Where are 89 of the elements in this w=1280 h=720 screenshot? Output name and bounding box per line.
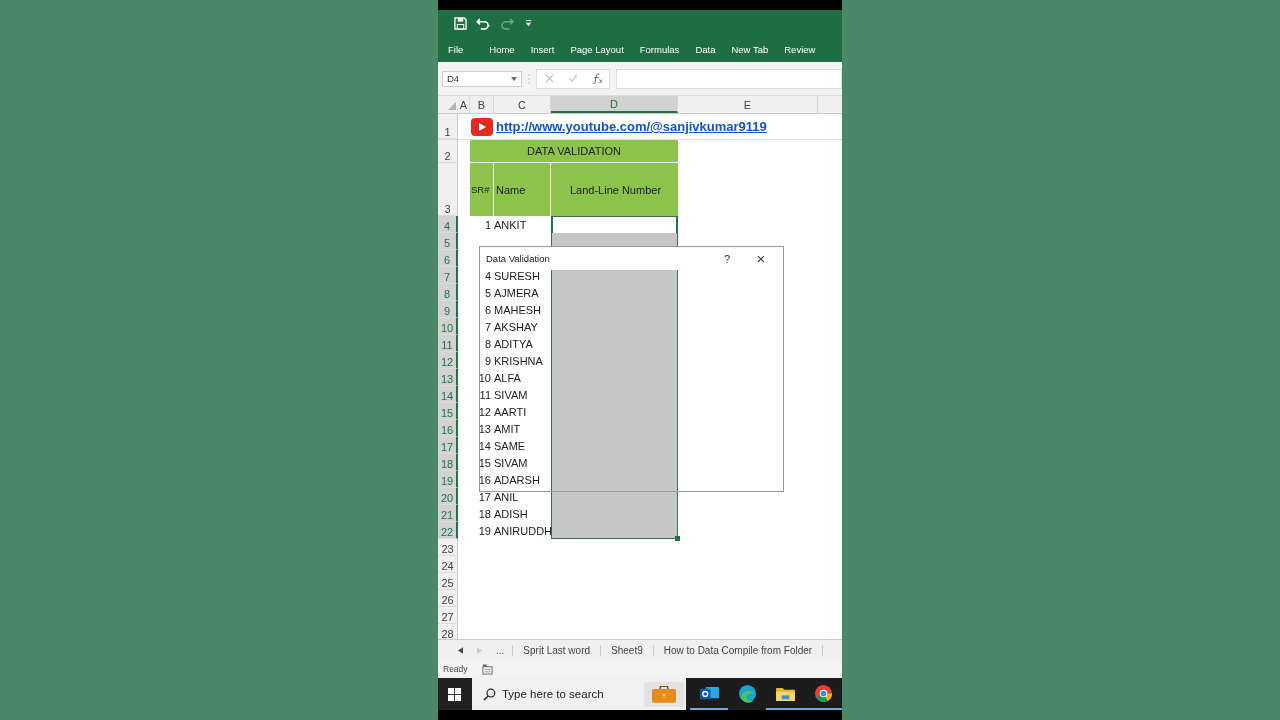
table-cell: 17 bbox=[478, 490, 491, 503]
row-header[interactable]: 15 bbox=[438, 403, 458, 420]
table-cell: AARTI bbox=[494, 405, 527, 418]
row-header[interactable]: 25 bbox=[438, 573, 458, 590]
ribbon-tab[interactable]: Review bbox=[784, 41, 816, 57]
row-header[interactable]: 18 bbox=[438, 454, 458, 471]
ribbon-tab[interactable]: Data bbox=[695, 41, 716, 57]
table-cell: SIVAM bbox=[494, 388, 528, 401]
table-cell: ALFA bbox=[494, 371, 521, 384]
ribbon-tab[interactable]: Insert bbox=[530, 41, 555, 57]
table-cell: 11 bbox=[479, 388, 491, 401]
table-cell: ANIL bbox=[494, 490, 519, 503]
table-title: DATA VALIDATION bbox=[470, 140, 678, 163]
table-cell: SURESH bbox=[494, 269, 540, 282]
ribbon-tab[interactable]: File bbox=[448, 41, 464, 57]
sheet-tab[interactable]: How to Data Compile from Folder bbox=[653, 644, 824, 656]
row-header[interactable]: 8 bbox=[438, 284, 458, 301]
column-header[interactable]: B bbox=[470, 96, 494, 113]
row-header[interactable]: 9 bbox=[438, 301, 458, 318]
column-header[interactable]: E bbox=[678, 96, 818, 113]
table-cell: ANKIT bbox=[494, 218, 527, 231]
row-header[interactable]: 27 bbox=[438, 607, 458, 624]
sheet-tab[interactable]: Sprit Last word bbox=[513, 644, 602, 656]
sheet-tab[interactable]: Sheet9 bbox=[601, 644, 654, 656]
ribbon-tab[interactable]: Home bbox=[489, 41, 515, 57]
name-box[interactable]: D4 bbox=[442, 70, 522, 87]
table-cell: 4 bbox=[484, 269, 491, 282]
row-header[interactable]: 7 bbox=[438, 267, 458, 284]
row-header[interactable]: 23 bbox=[438, 539, 458, 556]
row-header[interactable]: 13 bbox=[438, 369, 458, 386]
row-header[interactable]: 5 bbox=[438, 233, 458, 250]
table-cell: 13 bbox=[478, 422, 491, 435]
row-header[interactable]: 10 bbox=[438, 318, 458, 335]
row-header[interactable]: 24 bbox=[438, 556, 458, 573]
table-cell: SIVAM bbox=[494, 456, 528, 469]
channel-link[interactable]: http://www.youtube.com/@sanjivkumar9119 bbox=[496, 119, 767, 134]
table-cell: 12 bbox=[478, 405, 491, 418]
more-sheets-button[interactable]: ... bbox=[496, 644, 514, 656]
table-cell: 1 bbox=[484, 218, 491, 231]
row-header[interactable]: 12 bbox=[438, 352, 458, 369]
table-cell: 14 bbox=[478, 439, 491, 452]
table-cell: ADITYA bbox=[494, 337, 533, 350]
ribbon-tab[interactable]: Page Layout bbox=[570, 41, 624, 57]
row-header[interactable]: 3 bbox=[438, 163, 458, 216]
close-button[interactable]: × bbox=[749, 248, 773, 269]
column-heading: SR# bbox=[470, 163, 494, 216]
table-cell: ANIRUDDH bbox=[494, 524, 553, 537]
column-header[interactable]: A bbox=[458, 96, 470, 113]
row-header[interactable]: 19 bbox=[438, 471, 458, 488]
table-cell: ADARSH bbox=[494, 473, 540, 486]
row-header[interactable]: 26 bbox=[438, 590, 458, 607]
table-cell: AKSHAY bbox=[494, 320, 538, 333]
row-header[interactable]: 11 bbox=[438, 335, 458, 352]
table-cell: KRISHNA bbox=[494, 354, 543, 367]
table-cell: AJMERA bbox=[494, 286, 539, 299]
table-cell: 5 bbox=[484, 286, 491, 299]
table-cell: MAHESH bbox=[494, 303, 542, 316]
search-field[interactable]: Type here to search bbox=[502, 688, 632, 700]
help-button[interactable]: ? bbox=[715, 248, 739, 269]
table-cell: AMIT bbox=[494, 422, 521, 435]
ribbon-tab[interactable]: New Tab bbox=[731, 41, 769, 57]
table-cell: 6 bbox=[484, 303, 491, 316]
table-cell: SAME bbox=[494, 439, 526, 452]
table-cell: 15 bbox=[478, 456, 491, 469]
table-cell: 10 bbox=[478, 371, 491, 384]
table-cell: 8 bbox=[484, 337, 491, 350]
status-text: Ready bbox=[443, 664, 468, 674]
table-cell: 9 bbox=[484, 354, 491, 367]
ribbon-tab[interactable]: Formulas bbox=[639, 41, 680, 57]
dialog-title: Data Validation bbox=[486, 253, 551, 264]
row-header[interactable]: 1 bbox=[438, 114, 458, 139]
table-cell: 16 bbox=[478, 473, 491, 486]
table-cell: ADISH bbox=[494, 507, 528, 520]
table-cell: 19 bbox=[478, 524, 491, 537]
column-heading: Land-Line Number bbox=[551, 163, 678, 216]
column-heading: Name bbox=[494, 163, 551, 216]
row-header[interactable]: 17 bbox=[438, 437, 458, 454]
row-header[interactable]: 22 bbox=[438, 522, 458, 539]
row-header[interactable]: 2 bbox=[438, 140, 458, 163]
row-header[interactable]: 21 bbox=[438, 505, 458, 522]
row-header[interactable]: 28 bbox=[438, 624, 458, 639]
row-header[interactable]: 14 bbox=[438, 386, 458, 403]
row-header[interactable]: 16 bbox=[438, 420, 458, 437]
row-header[interactable]: 4 bbox=[438, 216, 458, 233]
column-header[interactable]: D bbox=[551, 96, 678, 113]
row-header[interactable]: 6 bbox=[438, 250, 458, 267]
row-header[interactable]: 20 bbox=[438, 488, 458, 505]
table-cell: 18 bbox=[478, 507, 491, 520]
table-cell: 7 bbox=[484, 320, 491, 333]
